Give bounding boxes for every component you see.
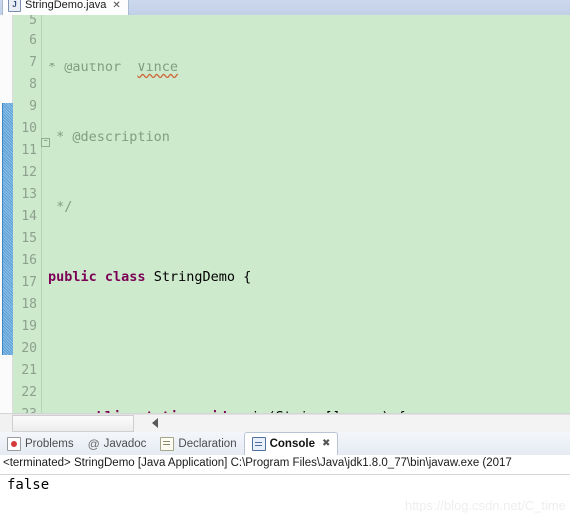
line-number: 13 [21, 187, 37, 202]
line-number: 6 [29, 33, 37, 48]
code-line: */ [42, 196, 570, 218]
console-process-label: <terminated> StringDemo [Java Applicatio… [3, 457, 512, 469]
code-line: public class StringDemo { [42, 266, 570, 288]
line-number: 14 [21, 209, 37, 224]
tab-javadoc-label: Javadoc [103, 437, 147, 450]
line-number-gutter: 5 6 7 8 9 10 11 12 13 14 15 16 17 18 19 … [13, 15, 42, 413]
line-number: 16 [21, 253, 37, 268]
problems-icon [7, 436, 21, 451]
line-number: 15 [21, 231, 37, 246]
scroll-left-arrow-icon[interactable] [152, 418, 158, 428]
line-number: 21 [21, 363, 37, 378]
javadoc-author-value: Vince [137, 63, 179, 75]
console-output-text: false [7, 477, 50, 493]
class-name: StringDemo { [145, 269, 252, 285]
tab-console[interactable]: Console ✖ [243, 431, 339, 456]
console-output-area[interactable]: <terminated> StringDemo [Java Applicatio… [0, 455, 570, 518]
editor-tab-label: StringDemo.java [25, 0, 107, 11]
line-number: 18 [21, 297, 37, 312]
editor-tab-strip: J StringDemo.java ✕ [0, 0, 570, 16]
tab-declaration[interactable]: Declaration [153, 433, 243, 455]
code-text-area[interactable]: * @author Vince * @description */ public… [42, 15, 570, 413]
line-number: 11 [21, 143, 37, 158]
line-number: 7 [29, 55, 37, 70]
tab-console-label: Console [269, 437, 315, 450]
editor-horizontal-scrollbar[interactable] [0, 413, 570, 433]
code-line: * @description [42, 126, 570, 148]
bottom-view-panel: Problems @ Javadoc Declaration Console ✖… [0, 431, 570, 518]
line-number: 9 [29, 99, 37, 114]
divider [0, 474, 570, 475]
tab-javadoc[interactable]: @ Javadoc [81, 433, 154, 455]
scrollbar-thumb[interactable] [12, 415, 134, 432]
line-number: 12 [21, 165, 37, 180]
line-number: 10 [21, 121, 37, 136]
bottom-tab-bar: Problems @ Javadoc Declaration Console ✖ [0, 431, 570, 456]
console-icon [251, 436, 266, 451]
line-number: 8 [29, 77, 37, 92]
javadoc-author-tag: * @author [48, 63, 122, 75]
close-icon[interactable]: ✕ [112, 0, 120, 11]
editor-marker-bar[interactable] [0, 15, 14, 413]
line-number: 5 [29, 15, 37, 28]
java-file-icon: J [8, 0, 21, 12]
keyword-public: public [48, 269, 97, 285]
keyword-class: class [104, 269, 146, 285]
tab-problems-label: Problems [25, 437, 74, 450]
line-number: 17 [21, 275, 37, 290]
code-line: * @author Vince [42, 63, 570, 78]
close-icon[interactable]: ✖ [322, 438, 330, 449]
declaration-icon [160, 436, 175, 451]
code-editor[interactable]: 5 6 7 8 9 10 11 12 13 14 15 16 17 18 19 … [0, 15, 570, 413]
javadoc-icon: @ [87, 436, 100, 451]
code-text: */ [48, 199, 73, 215]
line-number: 20 [21, 341, 37, 356]
tab-declaration-label: Declaration [178, 437, 237, 450]
tab-problems[interactable]: Problems [0, 433, 81, 455]
code-text: * @description [48, 129, 170, 145]
line-number: 19 [21, 319, 37, 334]
line-number: 23 [13, 404, 41, 413]
line-number: 22 [21, 385, 37, 400]
watermark-text: https://blog.csdn.net/C_time [404, 498, 566, 513]
code-line: public static void main(String[] args) { [42, 406, 570, 413]
editor-tab-stringdemo[interactable]: J StringDemo.java ✕ [2, 0, 129, 15]
eclipse-ide-window: J StringDemo.java ✕ 5 6 7 8 9 10 11 12 1… [0, 0, 570, 518]
